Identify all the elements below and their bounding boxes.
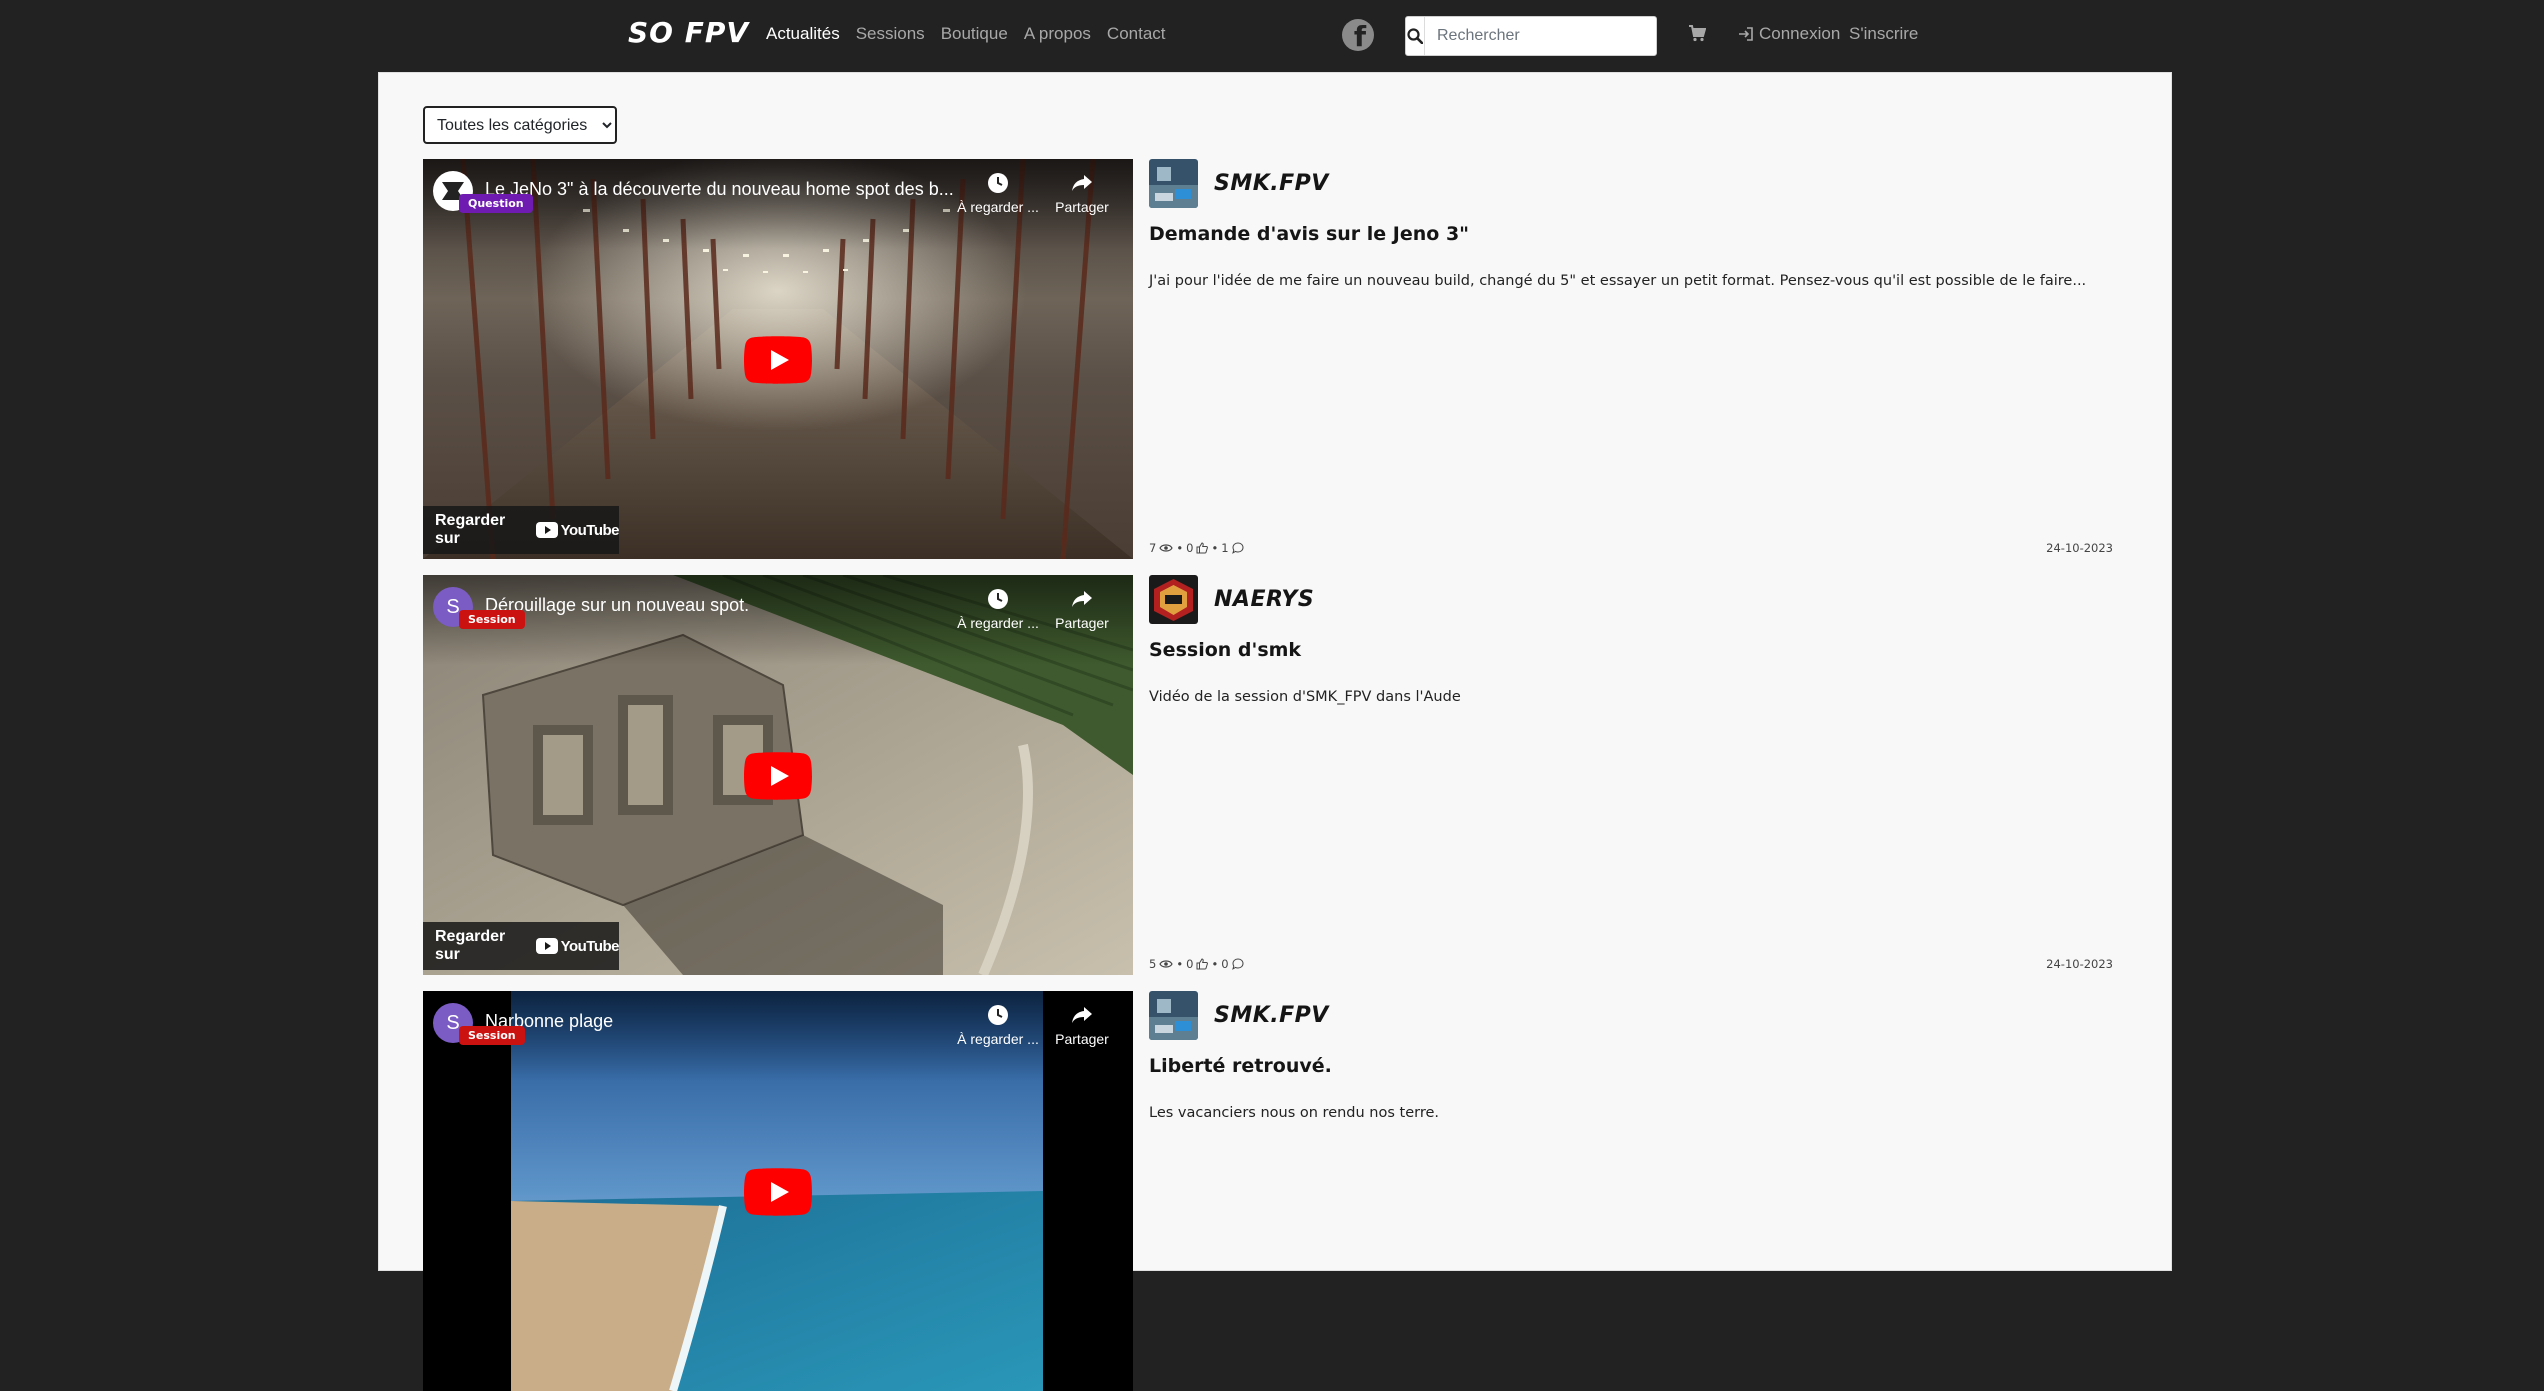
comments-count: 0 [1221, 957, 1229, 971]
author-name[interactable]: SMK.FPV [1214, 1003, 1329, 1028]
post-card: S Dérouillage sur un nouveau spot. Sessi… [423, 575, 2113, 975]
nav-link-contact[interactable]: Contact [1107, 24, 1166, 44]
post-date: 24-10-2023 [2046, 957, 2113, 971]
share-icon [1072, 1007, 1092, 1023]
thumbs-up-icon [1196, 542, 1209, 554]
author-avatar[interactable] [1149, 159, 1198, 208]
clock-icon [988, 589, 1008, 609]
login-link[interactable]: Connexion [1738, 24, 1840, 44]
comment-icon [1231, 542, 1244, 554]
play-icon[interactable] [744, 336, 812, 384]
share-button[interactable]: Partager [1037, 1003, 1127, 1047]
watch-later-label: À regarder ... [957, 199, 1039, 215]
youtube-icon [535, 522, 558, 538]
nav-link-sessions[interactable]: Sessions [856, 24, 925, 44]
post-card: Le JeNo 3" à la découverte du nouveau ho… [423, 159, 2113, 559]
video-title[interactable]: Narbonne plage [485, 1011, 965, 1032]
post-date: 24-10-2023 [2046, 541, 2113, 555]
youtube-logo: YouTube [535, 521, 620, 539]
brand-logo[interactable]: SO FPV [628, 16, 749, 49]
video-title[interactable]: Le JeNo 3" à la découverte du nouveau ho… [485, 179, 965, 200]
post-excerpt: J'ai pour l'idée de me faire un nouveau … [1149, 273, 2087, 289]
post-stats: 7 • 0 • 1 [1149, 541, 1244, 555]
search-input[interactable] [1425, 17, 1656, 55]
share-label: Partager [1055, 199, 1109, 215]
comments-count: 1 [1221, 541, 1229, 555]
share-button[interactable]: Partager [1037, 587, 1127, 631]
nav-links: Actualités Sessions Boutique A propos Co… [766, 24, 1166, 44]
nav-link-boutique[interactable]: Boutique [941, 24, 1008, 44]
category-filter-select[interactable]: Toutes les catégories [423, 106, 617, 144]
watch-later-button[interactable]: À regarder ... [953, 1003, 1043, 1047]
navbar: SO FPV Actualités Sessions Boutique A pr… [0, 0, 2544, 70]
share-label: Partager [1055, 1031, 1109, 1047]
watch-on-youtube-button[interactable]: Regarder sur YouTube [423, 922, 620, 970]
post-card: S Narbonne plage Session À regarder ... … [423, 991, 2113, 1391]
share-icon [1072, 591, 1092, 607]
facebook-icon[interactable]: f [1342, 19, 1374, 51]
share-icon [1072, 175, 1092, 191]
author-name[interactable]: NAERYS [1214, 587, 1314, 612]
watch-later-label: À regarder ... [957, 1031, 1039, 1047]
likes-count: 0 [1186, 541, 1194, 555]
stats-separator: • [1211, 541, 1219, 555]
author-row: NAERYS [1149, 575, 1314, 624]
stats-separator: • [1211, 957, 1219, 971]
category-badge: Question [459, 194, 533, 213]
thumbs-up-icon [1196, 958, 1209, 970]
main-container: Toutes les catégories Le JeNo 3" à la dé… [378, 72, 2172, 1391]
post-stats: 5 • 0 • 0 [1149, 957, 1244, 971]
login-label: Connexion [1759, 24, 1841, 43]
post-title[interactable]: Session d'smk [1149, 639, 1301, 661]
watch-on-label: Regarder sur [435, 928, 506, 963]
play-icon[interactable] [744, 752, 812, 800]
stats-separator: • [1176, 541, 1184, 555]
nav-link-a-propos[interactable]: A propos [1024, 24, 1091, 44]
author-avatar[interactable] [1149, 575, 1198, 624]
share-button[interactable]: Partager [1037, 171, 1127, 215]
watch-on-label: Regarder sur [435, 512, 506, 547]
video-embed[interactable]: Le JeNo 3" à la découverte du nouveau ho… [423, 159, 1133, 559]
post-excerpt: Vidéo de la session d'SMK_FPV dans l'Aud… [1149, 689, 1461, 705]
nav-link-actualites[interactable]: Actualités [766, 24, 840, 44]
category-badge: Session [459, 610, 525, 629]
post-title[interactable]: Demande d'avis sur le Jeno 3" [1149, 223, 1469, 245]
author-row: SMK.FPV [1149, 991, 1329, 1040]
watch-later-button[interactable]: À regarder ... [953, 171, 1043, 215]
video-title[interactable]: Dérouillage sur un nouveau spot. [485, 595, 965, 616]
likes-count: 0 [1186, 957, 1194, 971]
eye-icon [1159, 544, 1173, 552]
youtube-label: YouTube [560, 937, 620, 955]
video-embed[interactable]: S Narbonne plage Session À regarder ... … [423, 991, 1133, 1391]
clock-icon [988, 1005, 1008, 1025]
watch-later-button[interactable]: À regarder ... [953, 587, 1043, 631]
author-avatar[interactable] [1149, 991, 1198, 1040]
search-bar [1405, 16, 1657, 56]
clock-icon [988, 173, 1008, 193]
search-icon [1407, 28, 1423, 44]
youtube-logo: YouTube [535, 937, 620, 955]
signup-link[interactable]: S'inscrire [1849, 24, 1918, 44]
views-count: 5 [1149, 957, 1157, 971]
author-name[interactable]: SMK.FPV [1214, 171, 1329, 196]
post-excerpt: Les vacanciers nous on rendu nos terre. [1149, 1105, 1440, 1121]
watch-later-label: À regarder ... [957, 615, 1039, 631]
stats-separator: • [1176, 957, 1184, 971]
share-label: Partager [1055, 615, 1109, 631]
search-button[interactable] [1406, 17, 1425, 55]
comment-icon [1231, 958, 1244, 970]
youtube-icon [535, 938, 558, 954]
views-count: 7 [1149, 541, 1157, 555]
video-embed[interactable]: S Dérouillage sur un nouveau spot. Sessi… [423, 575, 1133, 975]
eye-icon [1159, 960, 1173, 968]
play-icon[interactable] [744, 1168, 812, 1216]
category-badge: Session [459, 1026, 525, 1045]
login-icon [1739, 27, 1753, 41]
author-row: SMK.FPV [1149, 159, 1329, 208]
youtube-label: YouTube [560, 521, 620, 539]
cart-icon[interactable] [1688, 24, 1707, 46]
watch-on-youtube-button[interactable]: Regarder sur YouTube [423, 506, 620, 554]
post-title[interactable]: Liberté retrouvé. [1149, 1055, 1332, 1077]
